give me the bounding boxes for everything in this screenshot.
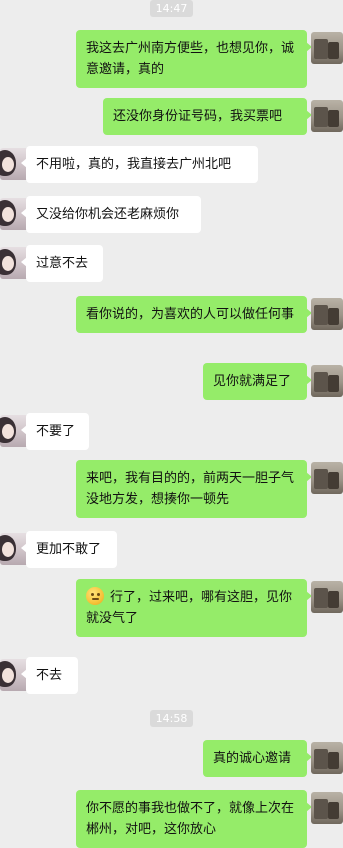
my-avatar[interactable] — [311, 32, 343, 64]
my-avatar[interactable] — [311, 581, 343, 613]
message-bubble[interactable]: 不去 — [21, 657, 78, 694]
timestamp: 14:47 — [0, 0, 343, 17]
my-avatar[interactable] — [311, 742, 343, 774]
message-text: 又没给你机会还老麻烦你 — [36, 207, 180, 222]
message-text: 真的诚心邀请 — [213, 751, 292, 766]
message-bubble[interactable]: 你不愿的事我也做不了，就像上次在郴州，对吧，这你放心 — [76, 790, 312, 848]
message-bubble[interactable]: 我这去广州南方便些，也想见你，诚意邀请，真的 — [76, 30, 312, 88]
timestamp: 14:58 — [0, 710, 343, 727]
message-text: 来吧，我有目的的，前两天一胆子气没地方发，想揍你一顿先 — [86, 471, 295, 507]
timestamp-label: 14:58 — [149, 710, 194, 727]
message-text: 看你说的，为喜欢的人可以做任何事 — [86, 307, 295, 322]
message-bubble[interactable]: 来吧，我有目的的，前两天一胆子气没地方发，想揍你一顿先 — [76, 460, 312, 518]
my-avatar[interactable] — [311, 365, 343, 397]
my-avatar[interactable] — [311, 792, 343, 824]
message-bubble[interactable]: 不用啦，真的，我直接去广州北吧 — [21, 146, 258, 183]
chat-area: 14:47 我这去广州南方便些，也想见你，诚意邀请，真的 还没你身份证号码，我买… — [0, 0, 343, 848]
message-text: 见你就满足了 — [213, 374, 292, 389]
thinking-emoji-icon — [86, 587, 104, 605]
message-bubble[interactable]: 过意不去 — [21, 245, 103, 282]
my-avatar[interactable] — [311, 100, 343, 132]
message-text: 更加不敢了 — [36, 542, 102, 557]
message-bubble[interactable]: 还没你身份证号码，我买票吧 — [103, 98, 312, 135]
message-text: 行了，过来吧，哪有这胆，见你就没气了 — [86, 590, 293, 626]
message-text: 你不愿的事我也做不了，就像上次在郴州，对吧，这你放心 — [86, 801, 295, 837]
message-text: 过意不去 — [36, 256, 89, 271]
message-text: 还没你身份证号码，我买票吧 — [113, 109, 283, 124]
message-bubble[interactable]: 看你说的，为喜欢的人可以做任何事 — [76, 296, 312, 333]
message-bubble[interactable]: 真的诚心邀请 — [203, 740, 312, 777]
message-text: 不用啦，真的，我直接去广州北吧 — [36, 157, 232, 172]
message-bubble[interactable]: 不要了 — [21, 413, 89, 450]
my-avatar[interactable] — [311, 298, 343, 330]
message-bubble[interactable]: 更加不敢了 — [21, 531, 117, 568]
my-avatar[interactable] — [311, 462, 343, 494]
message-text: 不要了 — [36, 424, 76, 439]
message-bubble[interactable]: 见你就满足了 — [203, 363, 312, 400]
message-bubble[interactable]: 行了，过来吧，哪有这胆，见你就没气了 — [76, 579, 312, 637]
message-text: 我这去广州南方便些，也想见你，诚意邀请，真的 — [86, 41, 295, 77]
timestamp-label: 14:47 — [149, 0, 194, 17]
message-bubble[interactable]: 又没给你机会还老麻烦你 — [21, 196, 201, 233]
message-text: 不去 — [36, 668, 63, 683]
